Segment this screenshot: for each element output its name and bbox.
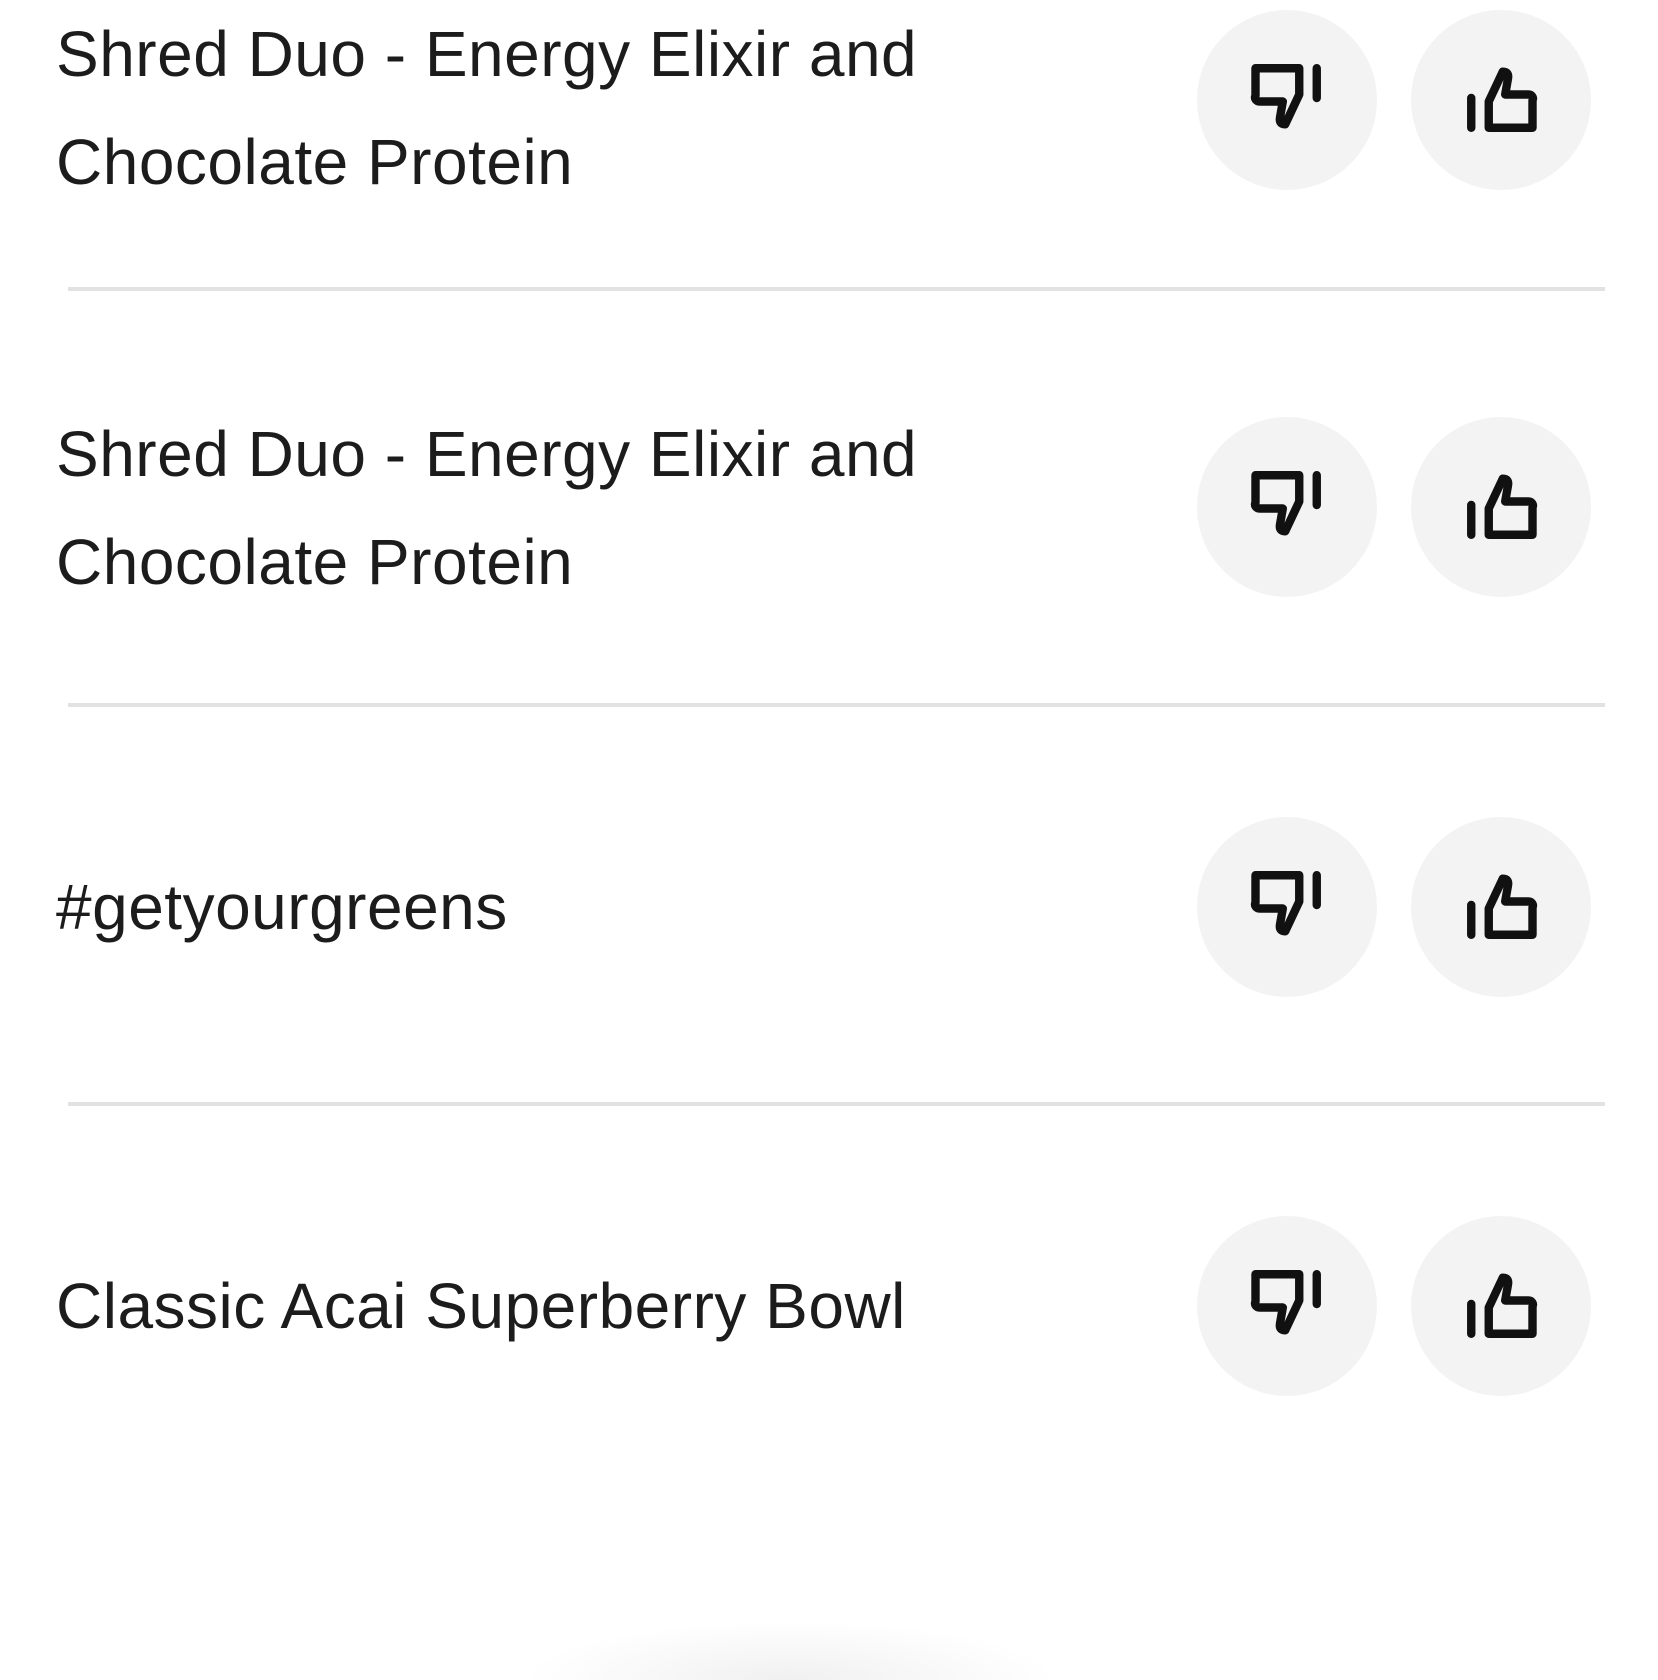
item-name: Shred Duo - Energy Elixir and Chocolate … [56,418,918,598]
thumbs-down-icon [1245,463,1329,552]
dislike-button[interactable] [1197,10,1377,190]
thumbs-up-icon [1459,463,1543,552]
thumbs-down-icon [1245,1262,1329,1351]
thumbs-up-icon [1459,863,1543,952]
bottom-sheet-edge [520,1620,1060,1680]
thumbs-up-icon [1459,1262,1543,1351]
dislike-button[interactable] [1197,817,1377,997]
like-button[interactable] [1411,1216,1591,1396]
like-button[interactable] [1411,10,1591,190]
item-name: #getyourgreens [56,871,508,943]
thumbs-up-icon [1459,56,1543,145]
dislike-button[interactable] [1197,417,1377,597]
like-button[interactable] [1411,817,1591,997]
divider [68,1102,1605,1106]
thumbs-down-icon [1245,56,1329,145]
item-name: Classic Acai Superberry Bowl [56,1270,906,1342]
thumbs-down-icon [1245,863,1329,952]
dislike-button[interactable] [1197,1216,1377,1396]
item-name: Shred Duo - Energy Elixir and Chocolate … [56,18,918,198]
like-button[interactable] [1411,417,1591,597]
divider [68,703,1605,707]
divider [68,287,1605,291]
